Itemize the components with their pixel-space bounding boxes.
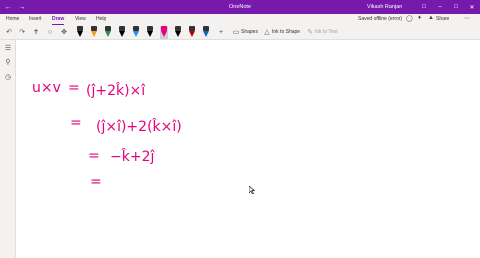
pen-black-2[interactable] bbox=[118, 26, 126, 39]
bell-icon[interactable]: ♦ bbox=[418, 15, 421, 21]
draw-ribbon: ↶ ↷ ✝ ○ ✥ + ▭ Shapes △ Ink to Shape ✎ In… bbox=[0, 25, 480, 40]
lightbulb-icon[interactable]: ◯ bbox=[406, 15, 413, 22]
pen-navy[interactable] bbox=[202, 26, 210, 39]
recent-clock-icon[interactable]: ◷ bbox=[3, 72, 13, 82]
share-button[interactable]: Share bbox=[436, 14, 449, 25]
tab-draw[interactable]: Draw bbox=[52, 14, 65, 25]
forward-arrow-icon[interactable]: → bbox=[16, 0, 28, 14]
ink-to-text-button: Ink to Text bbox=[315, 29, 338, 35]
ink-drawing: u×v = (ĵ+2k̂)×î = (ĵ×î)+2(k̂×î) = −k̂+2ĵ… bbox=[32, 80, 182, 190]
window-controls: □ – □ ✕ bbox=[416, 0, 480, 14]
pen-blue[interactable] bbox=[132, 26, 140, 39]
mouse-pointer-icon bbox=[249, 186, 255, 194]
tab-insert[interactable]: Insert bbox=[29, 14, 42, 25]
onenote-window: ← → OneNote Vikash Ranjan □ – □ ✕ Home I… bbox=[0, 0, 480, 258]
ink-to-text-icon: ✎ bbox=[307, 29, 313, 36]
pen-magenta-selected[interactable] bbox=[160, 26, 168, 39]
ink-line3-eq: = bbox=[88, 148, 100, 164]
share-icon[interactable]: ▲ bbox=[428, 15, 434, 21]
ink-line1-eq: = bbox=[68, 80, 80, 96]
back-arrow-icon[interactable]: ← bbox=[2, 0, 14, 14]
minimize-icon[interactable]: – bbox=[432, 0, 448, 14]
tab-help[interactable]: Help bbox=[96, 14, 106, 25]
saved-status[interactable]: Saved offline (error) bbox=[358, 14, 402, 25]
ink-line1-rhs: (ĵ+2k̂)×î bbox=[86, 82, 146, 99]
search-icon[interactable]: ⚲ bbox=[3, 57, 13, 67]
tab-view[interactable]: View bbox=[75, 14, 86, 25]
ink-line2-rhs: (ĵ×î)+2(k̂×î) bbox=[96, 118, 182, 135]
ink-to-shape-icon[interactable]: △ bbox=[262, 27, 272, 37]
redo-icon[interactable]: ↷ bbox=[17, 27, 27, 37]
more-options-icon[interactable]: ⋯ bbox=[464, 15, 470, 22]
move-icon[interactable]: ✥ bbox=[59, 27, 69, 37]
restore-icon[interactable]: □ bbox=[416, 0, 432, 14]
ink-line4-eq: = bbox=[90, 174, 102, 190]
pen-orange[interactable] bbox=[90, 26, 98, 39]
add-pen-icon[interactable]: + bbox=[216, 27, 226, 37]
menu-bar: Home Insert Draw View Help Saved offline… bbox=[0, 14, 480, 25]
app-title: OneNote bbox=[229, 4, 252, 10]
pen-red[interactable] bbox=[188, 26, 196, 39]
ink-to-shape-button[interactable]: Ink to Shape bbox=[272, 27, 300, 38]
pen-black-4[interactable] bbox=[174, 26, 182, 39]
maximize-icon[interactable]: □ bbox=[448, 0, 464, 14]
tab-home[interactable]: Home bbox=[6, 14, 19, 25]
shapes-button[interactable]: Shapes bbox=[241, 27, 258, 38]
navigation-sidebar: ☰ ⚲ ◷ bbox=[0, 40, 16, 258]
ink-line1-lhs: u×v bbox=[32, 80, 61, 96]
notebooks-icon[interactable]: ☰ bbox=[3, 43, 13, 53]
ink-line3-rhs: −k̂+2ĵ bbox=[110, 148, 155, 165]
undo-icon[interactable]: ↶ bbox=[4, 27, 14, 37]
pen-green[interactable] bbox=[104, 26, 112, 39]
eraser-icon[interactable]: ○ bbox=[45, 27, 55, 37]
close-icon[interactable]: ✕ bbox=[464, 0, 480, 14]
ink-line2-eq: = bbox=[70, 115, 82, 131]
pen-black-3[interactable] bbox=[146, 26, 154, 39]
user-name[interactable]: Vikash Ranjan bbox=[367, 0, 402, 14]
shapes-icon[interactable]: ▭ bbox=[231, 27, 241, 37]
lasso-select-icon[interactable]: ✝ bbox=[31, 27, 41, 37]
pen-black[interactable] bbox=[76, 26, 84, 39]
page-canvas[interactable]: u×v = (ĵ+2k̂)×î = (ĵ×î)+2(k̂×î) = −k̂+2ĵ… bbox=[16, 40, 480, 258]
title-bar: ← → OneNote Vikash Ranjan □ – □ ✕ bbox=[0, 0, 480, 14]
